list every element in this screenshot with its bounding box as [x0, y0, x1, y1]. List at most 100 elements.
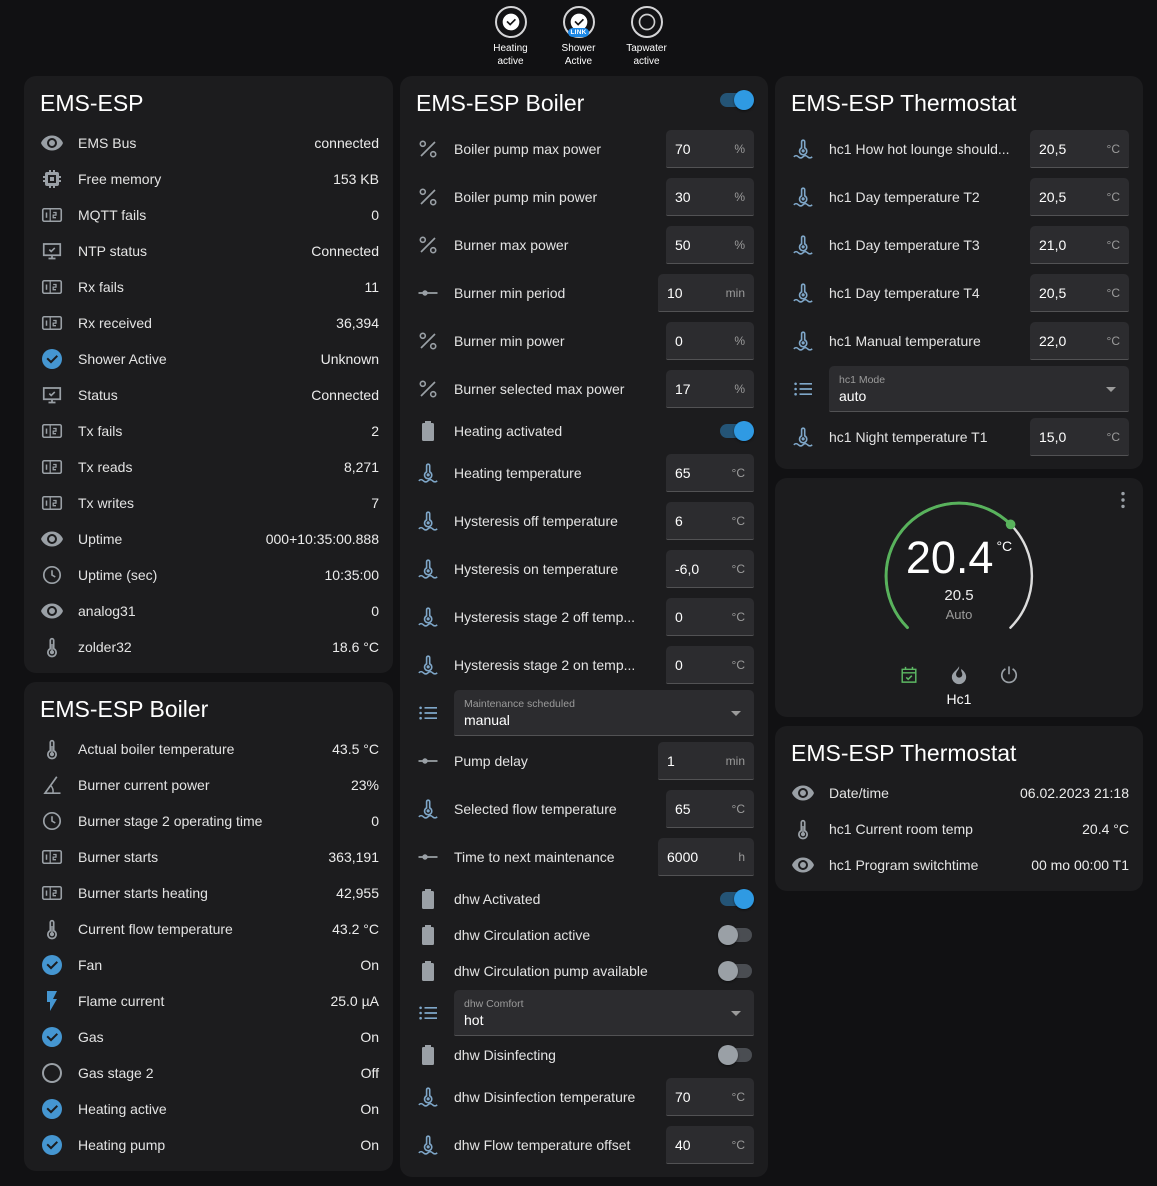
entity-row[interactable]: Rx fails11 [24, 269, 393, 305]
entity-row[interactable]: hc1 Current room temp20.4 °C [775, 811, 1143, 847]
entity-row[interactable]: Tx reads8,271 [24, 449, 393, 485]
card-toggle-switch[interactable] [718, 90, 754, 110]
toggle-switch[interactable] [718, 961, 754, 981]
number-input[interactable]: 17% [666, 370, 754, 408]
entity-row: dhw Comforthot [400, 989, 768, 1037]
entity-row[interactable]: Heating pumpOn [24, 1127, 393, 1163]
number-input[interactable]: 10min [658, 274, 754, 312]
toggle-switch[interactable] [718, 421, 754, 441]
number-input[interactable]: 50% [666, 226, 754, 264]
entity-row[interactable]: Date/time06.02.2023 21:18 [775, 775, 1143, 811]
entity-row[interactable]: Burner current power23% [24, 767, 393, 803]
counter-icon [40, 881, 64, 905]
entity-row[interactable]: FanOn [24, 947, 393, 983]
thermostat-dial[interactable]: 20.4°C 20.5 Auto [873, 490, 1045, 662]
card-title: EMS-ESP Thermostat [775, 76, 1143, 123]
thermo-water-icon [791, 185, 815, 209]
circle-outline-icon[interactable] [631, 6, 663, 38]
angle-icon [40, 773, 64, 797]
number-input[interactable]: 0°C [666, 598, 754, 636]
entity-row[interactable]: Uptime (sec)10:35:00 [24, 557, 393, 593]
entity-value: On [360, 957, 379, 973]
entity-row[interactable]: hc1 Program switchtime00 mo 00:00 T1 [775, 847, 1143, 883]
number-input[interactable]: -6,0°C [666, 550, 754, 588]
eye-icon [40, 131, 64, 155]
entity-row[interactable]: StatusConnected [24, 377, 393, 413]
entity-list: Boiler pump max power70%Boiler pump min … [400, 123, 768, 1177]
entity-row[interactable]: Rx received36,394 [24, 305, 393, 341]
entity-name: Actual boiler temperature [78, 741, 322, 757]
entity-row[interactable]: Flame current25.0 µA [24, 983, 393, 1019]
entity-name: hc1 How hot lounge should... [829, 141, 1020, 157]
number-value: 0 [675, 333, 683, 349]
number-input[interactable]: 22,0°C [1030, 322, 1129, 360]
entity-name: hc1 Day temperature T4 [829, 285, 1020, 301]
number-input[interactable]: 30% [666, 178, 754, 216]
entity-name: Status [78, 387, 301, 403]
entity-value: Connected [311, 243, 379, 259]
hvac-mode-label: Auto [946, 607, 973, 622]
number-input[interactable]: 65°C [666, 790, 754, 828]
entity-row[interactable]: Current flow temperature43.2 °C [24, 911, 393, 947]
entity-value: Off [361, 1065, 379, 1081]
number-input[interactable]: 20,5°C [1030, 178, 1129, 216]
entity-row[interactable]: Heating activeOn [24, 1091, 393, 1127]
entity-row[interactable]: MQTT fails0 [24, 197, 393, 233]
number-input[interactable]: 1min [658, 742, 754, 780]
number-input[interactable]: 0% [666, 322, 754, 360]
number-input[interactable]: 20,5°C [1030, 130, 1129, 168]
number-input[interactable]: 70% [666, 130, 754, 168]
cards-grid: EMS-ESP EMS BusconnectedFree memory153 K… [24, 76, 1143, 1186]
status-badge: LINKShower Active [550, 6, 608, 68]
dots-vertical-icon[interactable] [1111, 488, 1135, 512]
select-input[interactable]: hc1 Modeauto [829, 366, 1129, 412]
toggle-switch[interactable] [718, 889, 754, 909]
badges-row: Heating activeLINKShower ActiveTapwater … [0, 6, 1157, 68]
number-input[interactable]: 15,0°C [1030, 418, 1129, 456]
entity-row[interactable]: GasOn [24, 1019, 393, 1055]
number-input[interactable]: 40°C [666, 1126, 754, 1164]
fire-icon[interactable] [948, 664, 970, 686]
entity-row[interactable]: Burner starts363,191 [24, 839, 393, 875]
entity-name: Uptime [78, 531, 256, 547]
number-input[interactable]: 6°C [666, 502, 754, 540]
entity-row[interactable]: Free memory153 KB [24, 161, 393, 197]
entity-row[interactable]: EMS Busconnected [24, 125, 393, 161]
entity-row[interactable]: Tx writes7 [24, 485, 393, 521]
number-input[interactable]: 6000h [658, 838, 754, 876]
number-input[interactable]: 65°C [666, 454, 754, 492]
power-icon[interactable] [998, 664, 1020, 686]
entity-row[interactable]: Burner starts heating42,955 [24, 875, 393, 911]
entity-row[interactable]: Tx fails2 [24, 413, 393, 449]
entity-row[interactable]: Gas stage 2Off [24, 1055, 393, 1091]
card-title: EMS-ESP Boiler [24, 682, 393, 729]
check-circle-icon[interactable]: LINK [563, 6, 595, 38]
entity-row[interactable]: Actual boiler temperature43.5 °C [24, 731, 393, 767]
entity-row[interactable]: Burner stage 2 operating time0 [24, 803, 393, 839]
entity-row[interactable]: Shower ActiveUnknown [24, 341, 393, 377]
entity-value: Unknown [321, 351, 379, 367]
entity-row[interactable]: zolder3218.6 °C [24, 629, 393, 665]
number-input[interactable]: 0°C [666, 646, 754, 684]
entity-value: 00 mo 00:00 T1 [1031, 857, 1129, 873]
number-value: 40 [675, 1137, 691, 1153]
select-input[interactable]: dhw Comforthot [454, 990, 754, 1036]
number-input[interactable]: 21,0°C [1030, 226, 1129, 264]
toggle-switch[interactable] [718, 1045, 754, 1065]
percent-icon [416, 137, 440, 161]
chevron-down-icon [724, 1001, 748, 1025]
card-title: EMS-ESP Thermostat [775, 726, 1143, 773]
select-input[interactable]: Maintenance scheduledmanual [454, 690, 754, 736]
entity-row: Hysteresis off temperature6°C [400, 497, 768, 545]
entity-row[interactable]: analog310 [24, 593, 393, 629]
calendar-check-icon[interactable] [898, 664, 920, 686]
number-input[interactable]: 70°C [666, 1078, 754, 1116]
number-input[interactable]: 20,5°C [1030, 274, 1129, 312]
toggle-switch[interactable] [718, 925, 754, 945]
entity-name: Heating pump [78, 1137, 350, 1153]
entity-name: Burner stage 2 operating time [78, 813, 361, 829]
entity-row[interactable]: NTP statusConnected [24, 233, 393, 269]
check-circle-icon[interactable] [495, 6, 527, 38]
entity-name: Date/time [829, 785, 1010, 801]
entity-row[interactable]: Uptime000+10:35:00.888 [24, 521, 393, 557]
